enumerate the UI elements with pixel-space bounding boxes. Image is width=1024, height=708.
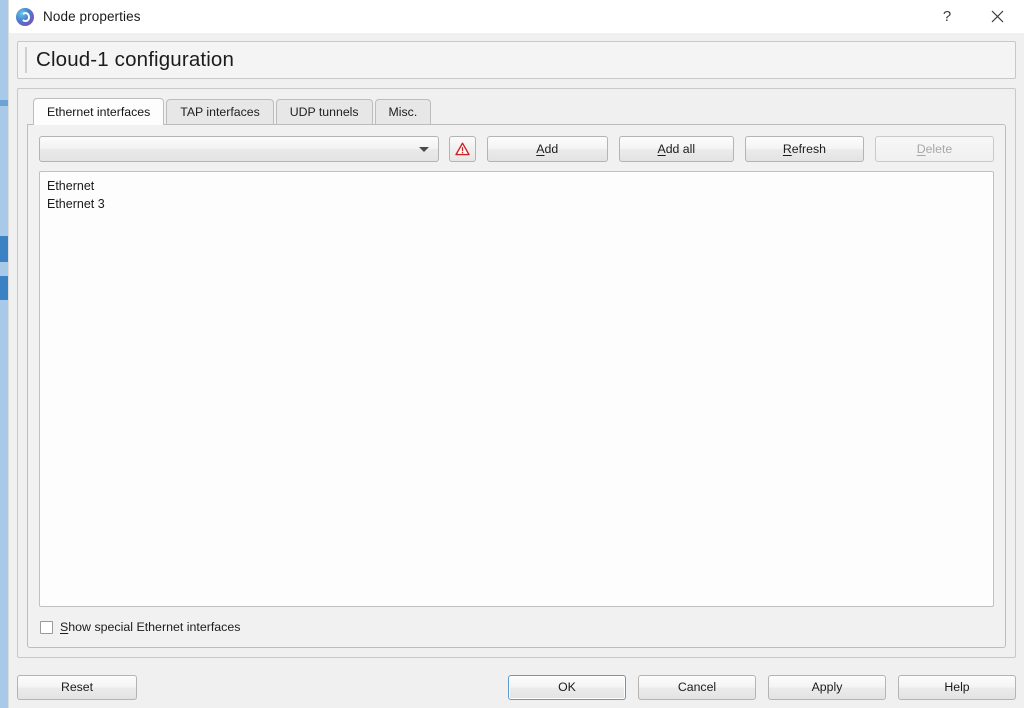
apply-button[interactable]: Apply: [768, 674, 886, 700]
add-button-mnemonic: A: [536, 142, 545, 156]
add-button-label-rest: dd: [544, 142, 559, 156]
refresh-button-label-rest: efresh: [791, 142, 826, 156]
window-title: Node properties: [43, 9, 141, 24]
list-item[interactable]: Ethernet: [40, 177, 993, 195]
ok-button[interactable]: OK: [508, 674, 626, 700]
show-special-checkbox[interactable]: [40, 620, 53, 634]
delete-button-mnemonic: D: [916, 142, 926, 156]
tab-bar: Ethernet interfaces TAP interfaces UDP t…: [27, 97, 1006, 125]
cancel-button[interactable]: Cancel: [638, 674, 756, 700]
titlebar: Node properties ?: [9, 0, 1024, 33]
add-all-button-label-rest: dd all: [665, 142, 696, 156]
tab-label: Ethernet interfaces: [47, 105, 151, 119]
tab-label: TAP interfaces: [180, 105, 260, 119]
background-strip-segment: [0, 276, 8, 300]
show-special-label-rest: how special Ethernet interfaces: [68, 620, 241, 634]
chevron-down-icon: [419, 146, 430, 152]
main-group-box: Ethernet interfaces TAP interfaces UDP t…: [17, 88, 1016, 658]
tab-tap-interfaces[interactable]: TAP interfaces: [166, 99, 274, 124]
dialog-body: Cloud-1 configuration Ethernet interface…: [9, 33, 1024, 666]
delete-button: Delete: [874, 136, 995, 162]
footer-button-group: OK Cancel Apply Help: [496, 674, 1016, 700]
tab-label: UDP tunnels: [289, 105, 359, 119]
delete-button-label-rest: elete: [925, 142, 953, 156]
refresh-button[interactable]: Refresh: [744, 136, 864, 162]
background-app-strip: [0, 0, 8, 708]
tab-label: Misc.: [388, 105, 418, 119]
dialog-footer: Reset OK Cancel Apply Help: [9, 666, 1024, 708]
refresh-button-mnemonic: R: [782, 142, 792, 156]
page-title: Cloud-1 configuration: [36, 48, 235, 71]
titlebar-help-button[interactable]: ?: [924, 0, 970, 33]
close-icon[interactable]: [974, 0, 1020, 33]
warning-triangle-icon[interactable]: [449, 136, 476, 162]
list-item[interactable]: Ethernet 3: [40, 195, 993, 213]
tab-udp-tunnels[interactable]: UDP tunnels: [275, 99, 373, 124]
header-accent-bar: [25, 47, 27, 73]
tab-misc[interactable]: Misc.: [374, 99, 432, 124]
interface-toolbar: Add Add all Refresh Delete: [39, 136, 995, 162]
reset-button[interactable]: Reset: [17, 674, 137, 700]
show-special-label[interactable]: Show special Ethernet interfaces: [60, 620, 240, 634]
show-special-row: Show special Ethernet interfaces: [39, 615, 994, 639]
interface-list[interactable]: Ethernet Ethernet 3: [39, 171, 994, 607]
configuration-header: Cloud-1 configuration: [17, 41, 1016, 79]
background-strip-segment: [0, 236, 8, 262]
add-all-button-mnemonic: A: [657, 142, 666, 156]
add-button[interactable]: Add: [486, 136, 608, 162]
node-properties-dialog: Node properties ? Cloud-1 configuration …: [8, 0, 1024, 708]
interface-select[interactable]: [39, 136, 440, 162]
tab-ethernet-interfaces[interactable]: Ethernet interfaces: [33, 98, 165, 125]
help-button[interactable]: Help: [898, 674, 1016, 700]
background-strip-segment: [0, 100, 8, 106]
add-all-button[interactable]: Add all: [618, 136, 734, 162]
tab-panel-ethernet-interfaces: Add Add all Refresh Delete Ethernet Ethe…: [27, 124, 1006, 648]
gns3-logo-icon: [16, 7, 34, 26]
